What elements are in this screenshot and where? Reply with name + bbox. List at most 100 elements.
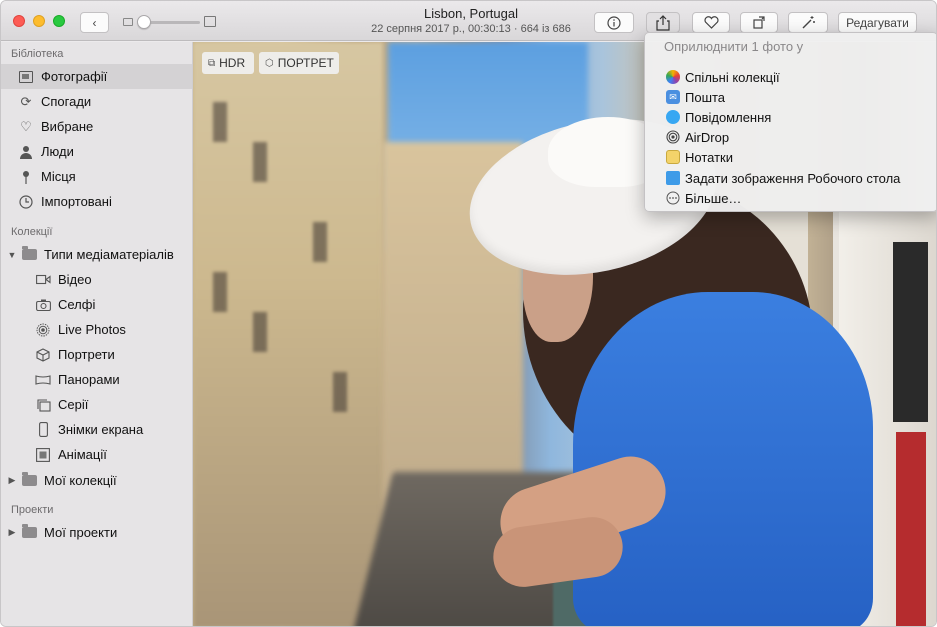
- library-section-title: Бібліотека: [11, 48, 64, 60]
- desktop-folder-icon: [666, 171, 680, 185]
- share-menu-item-messages[interactable]: Повідомлення: [645, 107, 936, 127]
- rotate-icon: [752, 16, 765, 29]
- zoom-slider-knob[interactable]: [137, 15, 151, 29]
- menu-item-label: Повідомлення: [685, 109, 772, 125]
- person-icon: [17, 143, 35, 161]
- photo-door-panel: [896, 432, 926, 626]
- sidebar-item-photos[interactable]: Фотографії: [1, 64, 192, 89]
- share-menu-item-mail[interactable]: ✉ Пошта: [645, 87, 936, 107]
- photo-window: [333, 372, 347, 412]
- pin-icon: [17, 168, 35, 186]
- messages-icon: [666, 110, 680, 124]
- sidebar-item-label: Селфі: [58, 297, 96, 312]
- photo-title: Lisbon, Portugal: [424, 6, 518, 21]
- disclosure-collapsed-icon[interactable]: ▶: [7, 527, 17, 538]
- folder-icon: [20, 246, 38, 264]
- sidebar-item-label: Типи медіаматеріалів: [44, 247, 174, 262]
- sidebar-item-people[interactable]: Люди: [1, 139, 192, 164]
- more-icon: [666, 191, 680, 205]
- sidebar-item-videos[interactable]: Відео: [1, 267, 192, 292]
- close-window-button[interactable]: [13, 15, 25, 27]
- sidebar-item-label: Live Photos: [58, 322, 126, 337]
- live-photo-icon: [34, 321, 52, 339]
- menu-item-label: Спільні колекції: [685, 69, 780, 85]
- folder-icon: [20, 472, 38, 490]
- share-button[interactable]: [646, 12, 680, 33]
- sidebar-item-label: Мої проекти: [44, 525, 118, 540]
- camera-icon: [34, 296, 52, 314]
- projects-section-title: Проекти: [11, 504, 54, 516]
- burst-icon: [34, 396, 52, 414]
- menu-item-label: Нотатки: [685, 149, 733, 165]
- sidebar-item-portraits[interactable]: Портрети: [1, 342, 192, 367]
- disclosure-collapsed-icon[interactable]: ▶: [7, 475, 17, 486]
- photo-subtitle: 22 серпня 2017 р., 00:30:13 · 664 із 686: [371, 23, 571, 35]
- disclosure-expanded-icon[interactable]: ▼: [7, 250, 17, 260]
- sidebar-item-label: Спогади: [41, 94, 92, 109]
- zoom-out-icon: [123, 18, 133, 26]
- sidebar-item-my-projects[interactable]: ▶ Мої проекти: [1, 520, 192, 545]
- back-button[interactable]: ‹: [80, 12, 109, 33]
- sidebar-item-screenshots[interactable]: Знімки екрана: [1, 417, 192, 442]
- collections-section-title: Колекції: [11, 226, 53, 238]
- sidebar-item-animated[interactable]: Анімації: [1, 442, 192, 467]
- airdrop-icon: [666, 130, 680, 144]
- animation-icon: [34, 446, 52, 464]
- info-button[interactable]: [594, 12, 634, 33]
- photos-icon: [17, 68, 35, 86]
- mail-icon: ✉: [666, 90, 680, 104]
- favorite-button[interactable]: [692, 12, 730, 33]
- shared-albums-icon: [666, 70, 680, 84]
- edit-button[interactable]: Редагувати: [838, 12, 917, 33]
- photos-window: ‹ Lisbon, Portugal 22 серпня 2017 р., 00…: [0, 0, 937, 627]
- sidebar-item-label: Портрети: [58, 347, 115, 362]
- folder-icon: [20, 524, 38, 542]
- sidebar-item-places[interactable]: Місця: [1, 164, 192, 189]
- share-menu-item-set-desktop[interactable]: Задати зображення Робочого стола: [645, 168, 936, 188]
- hdr-badge-label: HDR: [219, 56, 246, 70]
- cube-icon: ⬡: [265, 57, 274, 69]
- info-icon: [607, 15, 621, 30]
- heart-icon: ♡: [20, 118, 32, 134]
- enhance-button[interactable]: [788, 12, 828, 33]
- sidebar-item-favorites[interactable]: ♡ Вибране: [1, 114, 192, 139]
- phone-icon: [34, 421, 52, 439]
- sidebar-item-label: Відео: [58, 272, 92, 287]
- sidebar-item-selfies[interactable]: Селфі: [1, 292, 192, 317]
- sidebar-item-imports[interactable]: Імпортовані: [1, 189, 192, 214]
- share-menu-item-airdrop[interactable]: AirDrop: [645, 127, 936, 147]
- photo-window: [253, 142, 267, 182]
- fullscreen-window-button[interactable]: [53, 15, 65, 27]
- clock-icon: [17, 193, 35, 211]
- sidebar-item-bursts[interactable]: Серії: [1, 392, 192, 417]
- share-menu-item-notes[interactable]: Нотатки: [645, 147, 936, 167]
- sidebar-item-label: Люди: [41, 144, 74, 159]
- menu-item-label: AirDrop: [685, 129, 730, 145]
- share-menu-item-more[interactable]: Більше…: [645, 188, 936, 208]
- zoom-in-icon: [204, 16, 216, 27]
- share-menu-header: Оприлюднити 1 фото у: [664, 39, 804, 54]
- photo-window: [253, 312, 267, 352]
- sidebar-item-label: Мої колекції: [44, 473, 117, 488]
- panorama-icon: [34, 371, 52, 389]
- sidebar-item-label: Серії: [58, 397, 89, 412]
- sidebar-item-live-photos[interactable]: Live Photos: [1, 317, 192, 342]
- menu-item-label: Більше…: [685, 190, 742, 206]
- heart-icon: [703, 16, 719, 29]
- minimize-window-button[interactable]: [33, 15, 45, 27]
- photo-window: [313, 222, 327, 262]
- sidebar-item-my-albums[interactable]: ▶ Мої колекції: [1, 468, 192, 493]
- cube-icon: [34, 346, 52, 364]
- sidebar-item-memories[interactable]: ⟳ Спогади: [1, 89, 192, 114]
- sidebar-item-label: Анімації: [58, 447, 107, 462]
- sidebar-item-label: Місця: [41, 169, 76, 184]
- rotate-button[interactable]: [740, 12, 778, 33]
- sidebar-item-panoramas[interactable]: Панорами: [1, 367, 192, 392]
- share-menu-item-shared-albums[interactable]: Спільні колекції: [645, 67, 936, 87]
- photo-window: [213, 272, 227, 312]
- hdr-icon: ⧉: [208, 57, 216, 69]
- sidebar-item-label: Імпортовані: [41, 194, 112, 209]
- sidebar-item-label: Фотографії: [41, 69, 108, 84]
- sidebar-item-media-types[interactable]: ▼ Типи медіаматеріалів: [1, 242, 192, 267]
- menu-item-label: Задати зображення Робочого стола: [685, 170, 901, 186]
